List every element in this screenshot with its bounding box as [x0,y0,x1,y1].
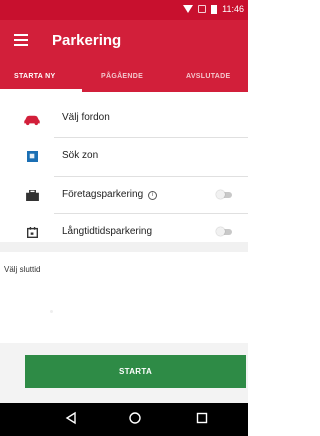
back-icon[interactable] [64,411,78,425]
status-bar: 11:46 [0,0,248,20]
start-button[interactable]: STARTA [25,355,246,388]
tab-bar: STARTA NY PÅGÅENDE AVSLUTADE [0,64,248,92]
tab-active-indicator [0,89,82,92]
wifi-icon [183,5,194,13]
section-separator [0,242,248,252]
home-icon[interactable] [128,411,142,425]
select-end-time-label: Välj sluttid [4,265,41,274]
clock: 11:46 [222,4,244,14]
battery-icon [211,4,218,14]
briefcase-icon [26,190,39,201]
tab-starta-ny[interactable]: STARTA NY [14,73,55,80]
tab-pagaende[interactable]: PÅGÅENDE [101,73,143,80]
recent-apps-icon[interactable] [195,411,209,425]
info-icon[interactable]: i [148,191,158,200]
status-icons: 11:46 [183,4,244,14]
long-term-parking-label: Långtidtidsparkering [62,226,153,237]
calendar-icon [27,227,38,238]
select-vehicle-label: Välj fordon [62,112,110,123]
long-term-parking-toggle[interactable] [216,227,232,236]
car-icon [24,115,40,126]
hamburger-menu-icon[interactable] [14,34,28,48]
tab-avslutade[interactable]: AVSLUTADE [186,73,230,80]
search-zone-label: Sök zon [62,150,99,161]
signal-icon [198,5,207,13]
end-time-picker[interactable] [50,310,53,313]
parking-sign-icon [27,151,38,162]
select-vehicle-row[interactable]: Välj fordon [0,100,248,137]
app-bar: Parkering [0,20,248,64]
system-navigation-bar [0,403,248,436]
company-parking-row: Företagsparkering i [0,177,248,214]
search-zone-row[interactable]: Sök zon [0,138,248,175]
page-title: Parkering [52,32,122,49]
company-parking-text: Företagsparkering [62,189,144,200]
company-parking-toggle[interactable] [216,190,232,199]
company-parking-label: Företagsparkering i [62,189,158,200]
